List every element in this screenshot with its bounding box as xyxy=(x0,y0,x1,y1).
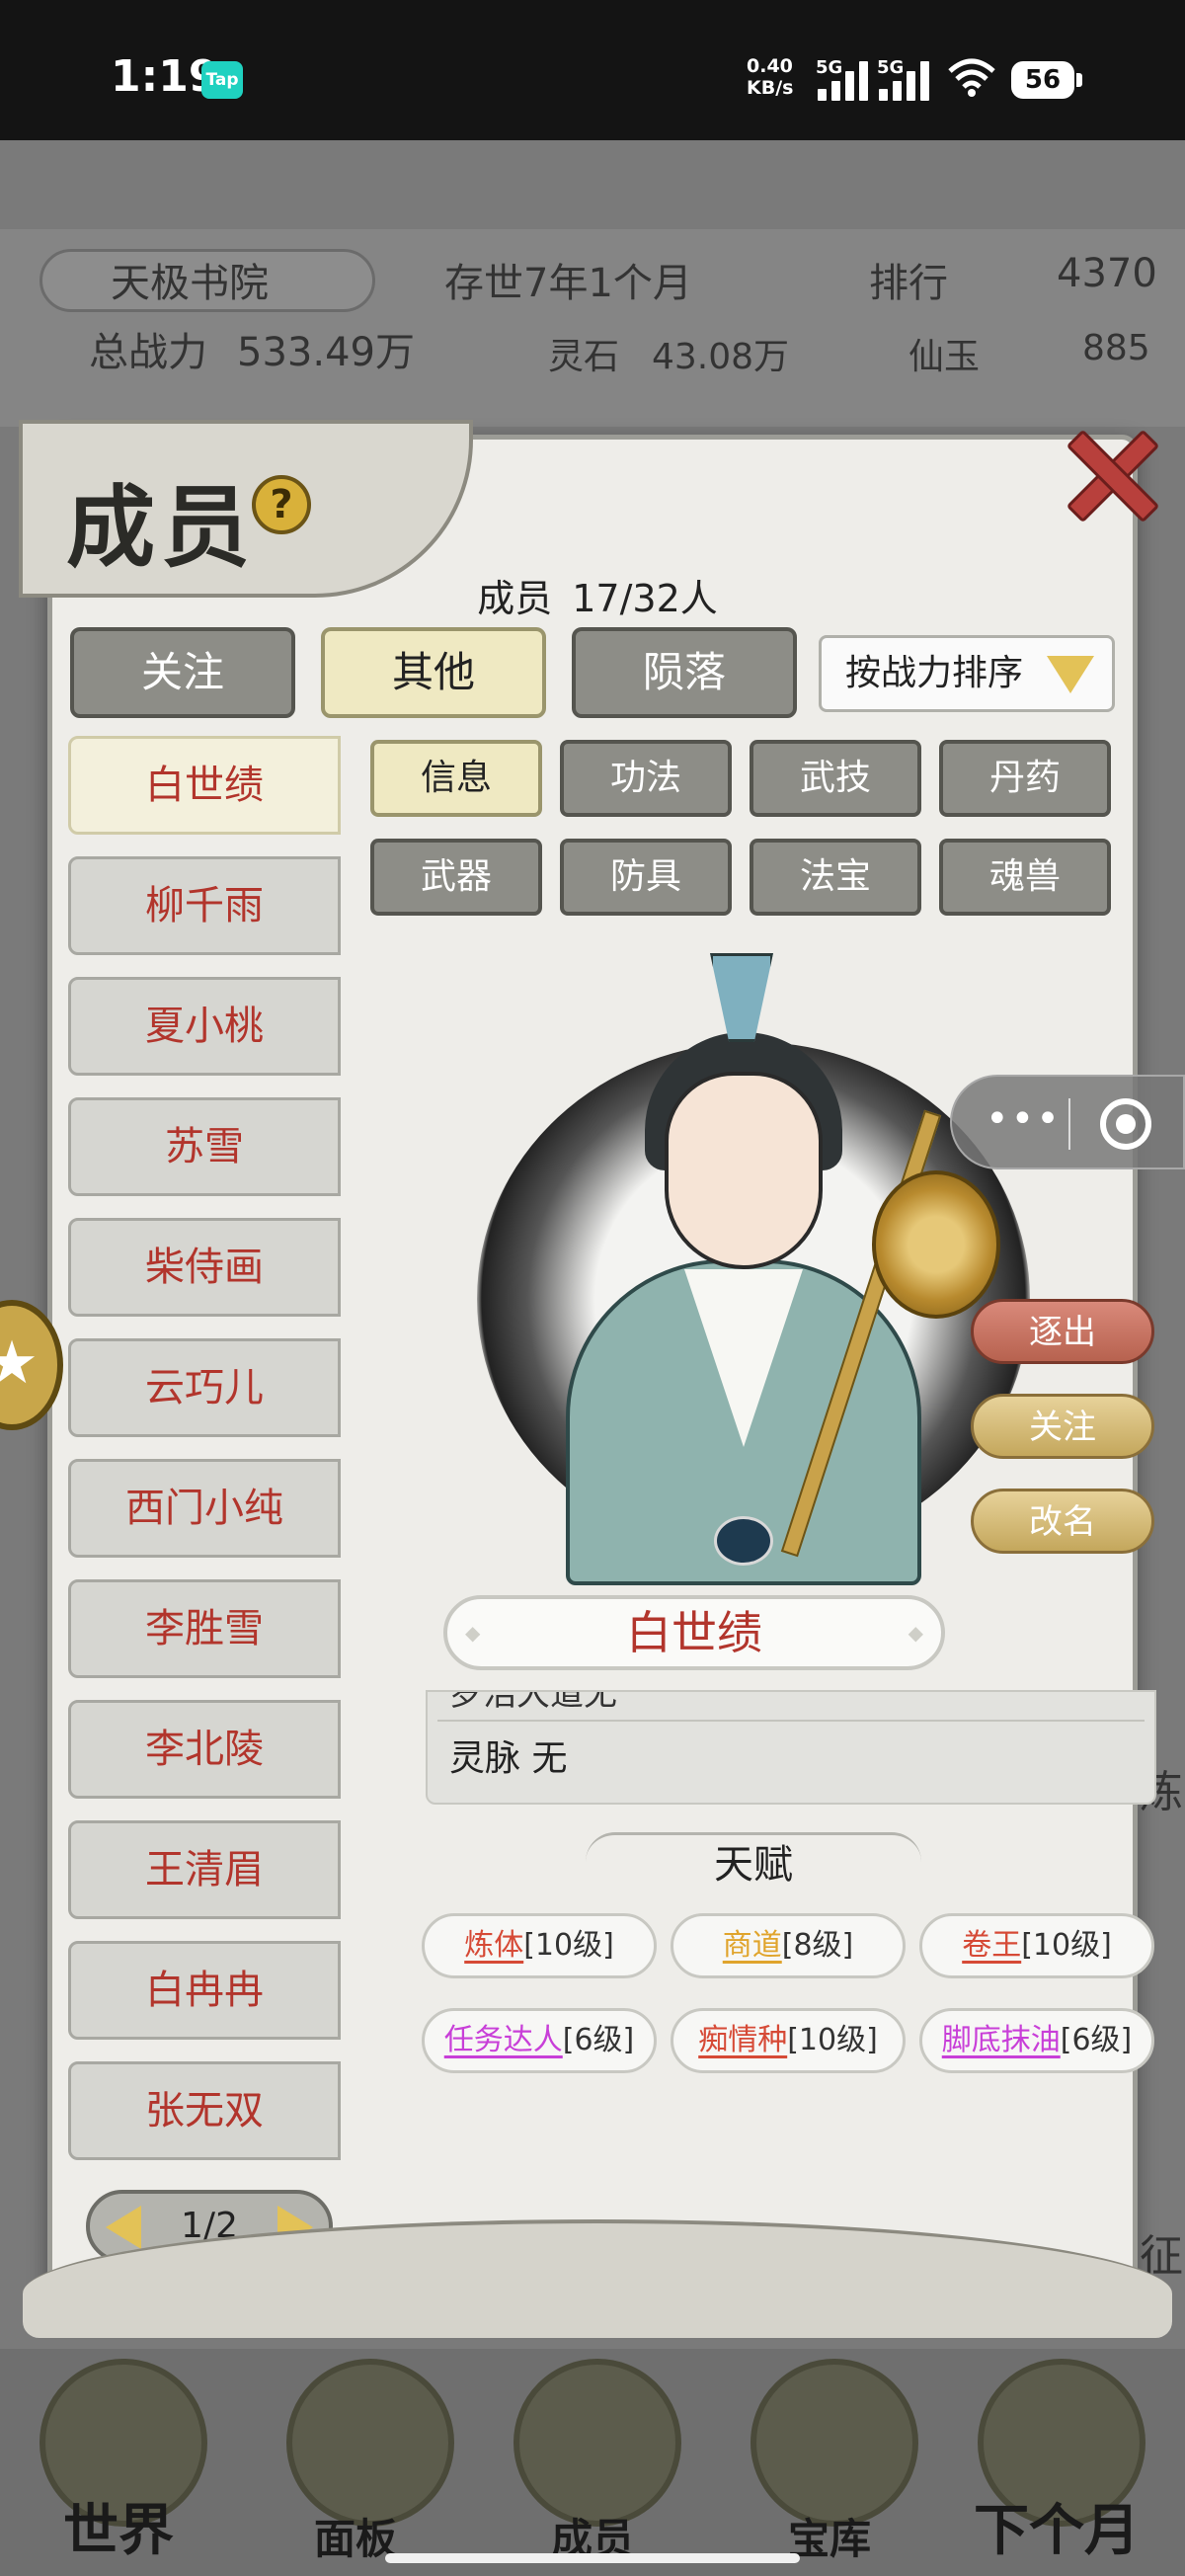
info-row-partial: 罗浩大道无 xyxy=(449,1690,617,1714)
stone-value: 43.08万 xyxy=(652,337,790,377)
member-detail-panel: 信息 功法 武技 丹药 武器 防具 法宝 魂兽 逐出 关注 改名 白世绩 罗浩大… xyxy=(349,736,1156,2178)
talent-chip[interactable]: 商道[8级] xyxy=(671,1913,906,1978)
stone-label: 灵石 xyxy=(548,337,620,377)
jade-label: 仙玉 xyxy=(908,337,981,377)
member-item[interactable]: 白冉冉 xyxy=(68,1941,341,2040)
prev-page-icon[interactable] xyxy=(106,2206,141,2249)
member-item[interactable]: 李北陵 xyxy=(68,1700,341,1799)
talent-chip[interactable]: 痴情种[10级] xyxy=(671,2008,906,2073)
character-name: 白世绩 xyxy=(443,1595,945,1670)
tab-weapon[interactable]: 武器 xyxy=(370,839,542,916)
close-icon[interactable] xyxy=(1062,426,1156,521)
rank-value: 4370 xyxy=(1057,251,1157,296)
tab-armor[interactable]: 防具 xyxy=(560,839,732,916)
member-count: 成员 17/32人 xyxy=(477,577,718,620)
close-miniprogram-icon[interactable] xyxy=(1100,1098,1151,1150)
member-item[interactable]: 李胜雪 xyxy=(68,1579,341,1678)
member-list: 白世绩 柳千雨 夏小桃 苏雪 柴侍画 云巧儿 西门小纯 李胜雪 李北陵 王清眉 … xyxy=(68,736,341,2168)
battery-icon: 56 xyxy=(1011,61,1082,99)
member-item[interactable]: 苏雪 xyxy=(68,1097,341,1196)
nav-next-month[interactable]: 下个月 xyxy=(958,2486,1155,2566)
sect-age: 存世7年1个月 xyxy=(444,261,692,306)
help-icon[interactable]: ? xyxy=(252,475,311,534)
info-list[interactable]: 罗浩大道无 灵脉 无 xyxy=(426,1690,1156,1805)
tab-martial-skill[interactable]: 武技 xyxy=(750,740,921,817)
filter-tab-fallen[interactable]: 陨落 xyxy=(572,627,797,718)
tap-app-icon: Tap xyxy=(201,61,243,99)
member-item[interactable]: 柴侍画 xyxy=(68,1218,341,1317)
member-item[interactable]: 柳千雨 xyxy=(68,856,341,955)
member-item[interactable]: 云巧儿 xyxy=(68,1338,341,1437)
treasury-icon xyxy=(750,2359,918,2527)
sort-dropdown[interactable]: 按战力排序 xyxy=(819,635,1115,712)
panel-icon xyxy=(286,2359,454,2527)
talent-chip[interactable]: 炼体[10级] xyxy=(422,1913,657,1978)
chevron-down-icon xyxy=(1047,656,1094,693)
follow-button[interactable]: 关注 xyxy=(971,1394,1154,1459)
tab-info[interactable]: 信息 xyxy=(370,740,542,817)
signal-icon: 5G xyxy=(816,57,877,101)
member-item[interactable]: 王清眉 xyxy=(68,1820,341,1919)
dialog-title: 成员 xyxy=(66,475,256,580)
power-value: 533.49万 xyxy=(237,330,415,375)
members-dialog: 成员 ? 成员 17/32人 关注 其他 陨落 按战力排序 白世绩 柳千雨 夏小桃… xyxy=(19,420,1172,2338)
member-item[interactable]: 西门小纯 xyxy=(68,1459,341,1558)
talent-chip[interactable]: 任务达人[6级] xyxy=(422,2008,657,2073)
member-item[interactable]: 张无双 xyxy=(68,2061,341,2160)
member-item[interactable]: 白世绩 xyxy=(68,736,341,835)
power-label: 总战力 xyxy=(89,330,207,375)
tab-pills[interactable]: 丹药 xyxy=(939,740,1111,817)
expel-button[interactable]: 逐出 xyxy=(971,1299,1154,1364)
more-icon[interactable]: ••• xyxy=(986,1096,1062,1142)
info-row-spirit-vein: 灵脉 无 xyxy=(449,1738,568,1779)
tab-soul-beast[interactable]: 魂兽 xyxy=(939,839,1111,916)
talent-chip[interactable]: 脚底抹油[6级] xyxy=(919,2008,1154,2073)
jade-value: 885 xyxy=(1082,328,1150,368)
home-indicator[interactable] xyxy=(385,2553,800,2563)
status-bar: 1:19 Tap 0.40 KB/s 5G 5G 56 xyxy=(0,0,1185,140)
talent-chip[interactable]: 卷王[10级] xyxy=(919,1913,1154,1978)
members-icon xyxy=(514,2359,681,2527)
miniprogram-capsule: ••• xyxy=(950,1075,1185,1169)
member-item[interactable]: 夏小桃 xyxy=(68,977,341,1076)
talent-heading: 天赋 xyxy=(586,1832,921,1895)
character-portrait xyxy=(418,933,1050,1585)
filter-tab-follow[interactable]: 关注 xyxy=(70,627,295,718)
yin-yang-icon xyxy=(714,1516,773,1566)
signal-icon-2: 5G xyxy=(877,57,938,101)
rename-button[interactable]: 改名 xyxy=(971,1489,1154,1554)
filter-tab-other[interactable]: 其他 xyxy=(321,627,546,718)
wifi-icon xyxy=(948,58,995,97)
network-speed: 0.40 KB/s xyxy=(747,55,794,99)
nav-world[interactable]: 世界 xyxy=(20,2486,217,2566)
rank-label: 排行 xyxy=(869,261,948,306)
tab-treasure[interactable]: 法宝 xyxy=(750,839,921,916)
tab-technique[interactable]: 功法 xyxy=(560,740,732,817)
bottom-nav: 世界 面板 成员 宝库 下个月 xyxy=(0,2349,1185,2576)
sect-name: 天极书院 xyxy=(111,261,269,306)
